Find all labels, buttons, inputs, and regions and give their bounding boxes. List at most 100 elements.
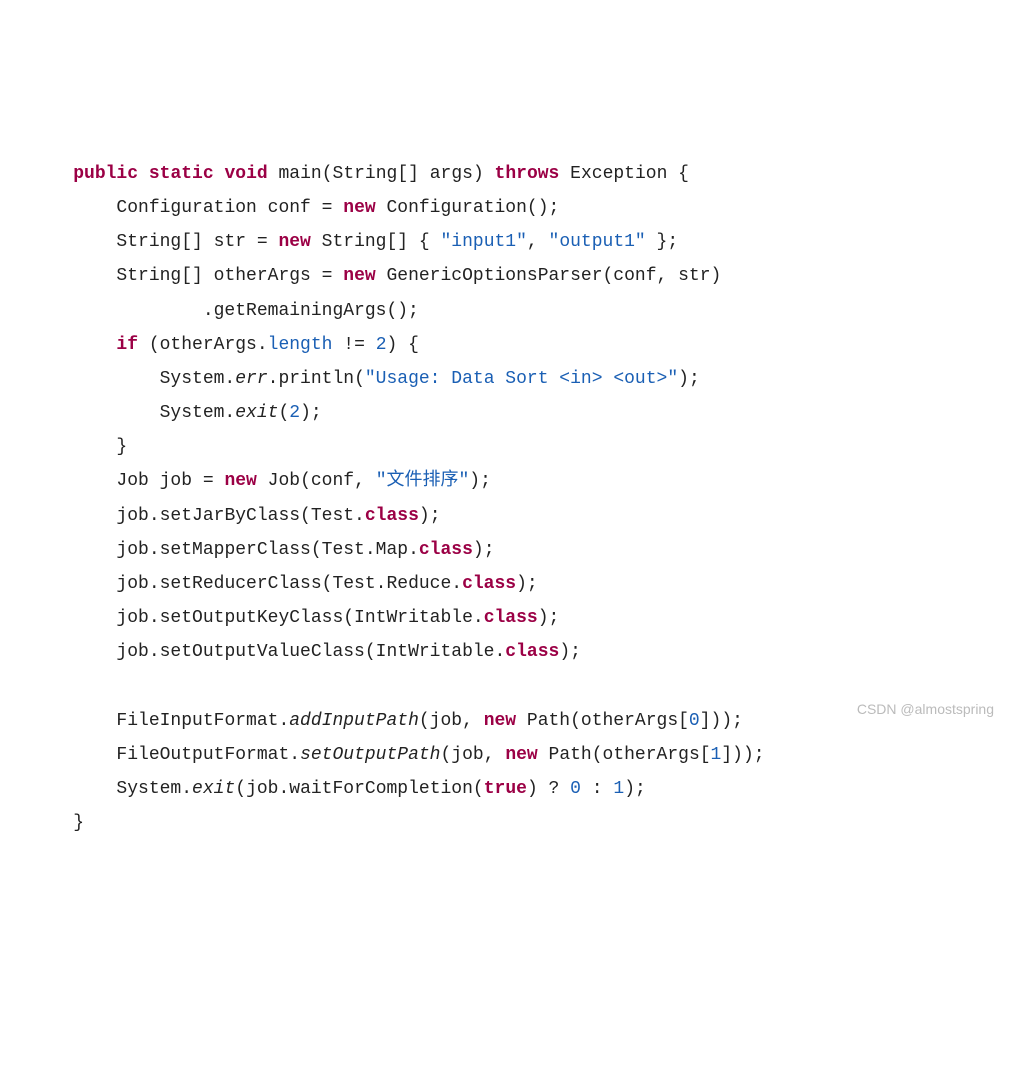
text: job.setMapperClass(Test.Map. [116, 540, 418, 560]
number: 1 [711, 745, 722, 765]
indent [30, 813, 73, 833]
indent [30, 266, 116, 286]
text: (job, [419, 711, 484, 731]
kw-new: new [343, 198, 375, 218]
text: FileOutputFormat. [116, 745, 300, 765]
indent [30, 198, 116, 218]
text: GenericOptionsParser(conf, str) [376, 266, 722, 286]
text: ); [559, 642, 581, 662]
indent [30, 506, 116, 526]
indent [30, 471, 116, 491]
indent [30, 608, 116, 628]
string: "文件排序" [376, 471, 470, 491]
text: job.setJarByClass(Test. [116, 506, 364, 526]
text: ])); [721, 745, 764, 765]
kw-static: static [149, 164, 214, 184]
text: Path(otherArgs[ [516, 711, 689, 731]
kw-class: class [365, 506, 419, 526]
text: .getRemainingArgs(); [203, 301, 419, 321]
text: ])); [700, 711, 743, 731]
indent [30, 164, 73, 184]
text: System. [160, 403, 236, 423]
text: (job.waitForCompletion( [235, 779, 483, 799]
kw-class: class [505, 642, 559, 662]
text: ); [469, 471, 491, 491]
number: 2 [376, 335, 387, 355]
number: 0 [689, 711, 700, 731]
text: }; [646, 232, 678, 252]
indent [30, 540, 116, 560]
kw-new: new [224, 471, 256, 491]
text: String[] otherArgs = [116, 266, 343, 286]
indent [30, 403, 160, 423]
kw-new: new [484, 711, 516, 731]
text: : [581, 779, 613, 799]
indent [30, 642, 116, 662]
text: System. [160, 369, 236, 389]
text: job.setReducerClass(Test.Reduce. [116, 574, 462, 594]
text: ( [278, 403, 289, 423]
brace-close: } [73, 813, 84, 833]
kw-class: class [462, 574, 516, 594]
indent [30, 232, 116, 252]
comma: , [527, 232, 549, 252]
number: 0 [570, 779, 581, 799]
text: ); [538, 608, 560, 628]
kw-class: class [419, 540, 473, 560]
method-exit: exit [192, 779, 235, 799]
indent [30, 437, 116, 457]
text: ); [516, 574, 538, 594]
indent [30, 711, 116, 731]
text: System. [116, 779, 192, 799]
indent [30, 369, 160, 389]
method-setOutputPath: setOutputPath [300, 745, 440, 765]
indent [30, 574, 116, 594]
kw-if: if [116, 335, 138, 355]
rest: Exception { [559, 164, 689, 184]
indent [30, 335, 116, 355]
kw-public: public [73, 164, 138, 184]
text: String[] { [311, 232, 441, 252]
method-name: main [279, 164, 322, 184]
kw-class: class [484, 608, 538, 628]
string: "output1" [549, 232, 646, 252]
indent [30, 779, 116, 799]
method-exit: exit [235, 403, 278, 423]
text: job.setOutputKeyClass(IntWritable. [116, 608, 483, 628]
code-block: public static void main(String[] args) t… [30, 157, 984, 841]
text: job.setOutputValueClass(IntWritable. [116, 642, 505, 662]
text: ) { [387, 335, 419, 355]
number: 2 [289, 403, 300, 423]
text: (job, [441, 745, 506, 765]
text: ); [624, 779, 646, 799]
text: String[] str = [116, 232, 278, 252]
text: ); [300, 403, 322, 423]
text: Job(conf, [257, 471, 376, 491]
text: ); [678, 369, 700, 389]
kw-void: void [224, 164, 267, 184]
kw-new: new [343, 266, 375, 286]
text: != [332, 335, 375, 355]
field-err: err [235, 369, 267, 389]
text: .println( [268, 369, 365, 389]
text: Configuration(); [376, 198, 560, 218]
text: (otherArgs. [138, 335, 268, 355]
indent [30, 745, 116, 765]
text: Job job = [116, 471, 224, 491]
method-addInputPath: addInputPath [289, 711, 419, 731]
text: Configuration conf = [116, 198, 343, 218]
text: FileInputFormat. [116, 711, 289, 731]
string: "input1" [440, 232, 526, 252]
brace-close: } [116, 437, 127, 457]
kw-new: new [505, 745, 537, 765]
field-length: length [268, 335, 333, 355]
text: ); [473, 540, 495, 560]
text: ); [419, 506, 441, 526]
number: 1 [613, 779, 624, 799]
indent [30, 301, 203, 321]
kw-new: new [278, 232, 310, 252]
kw-throws: throws [495, 164, 560, 184]
watermark: CSDN @almostspring [857, 696, 994, 723]
args: (String[] args) [322, 164, 495, 184]
text: Path(otherArgs[ [538, 745, 711, 765]
